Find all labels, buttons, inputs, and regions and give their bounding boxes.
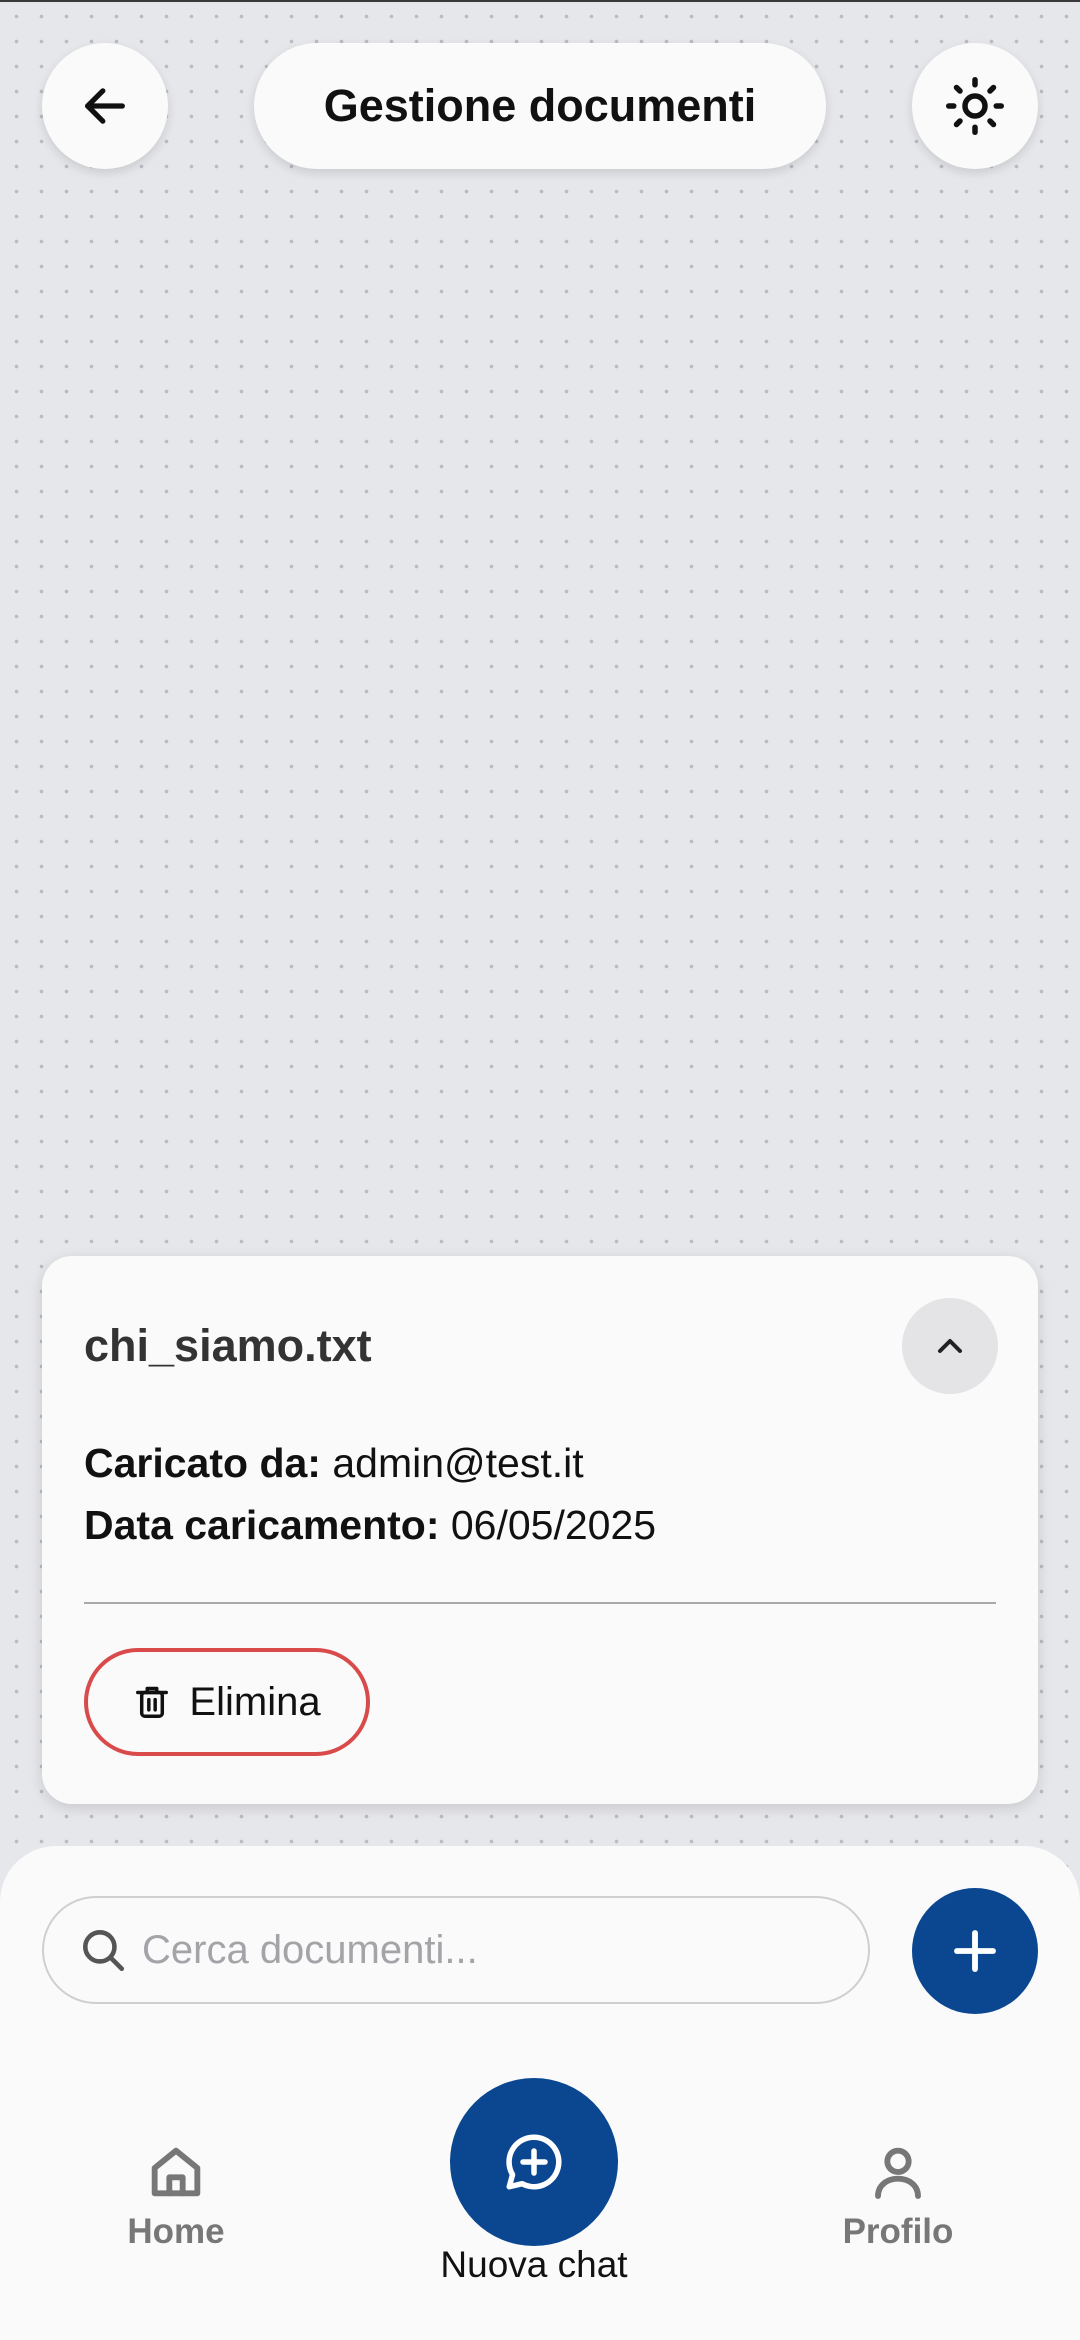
add-document-button[interactable]: [912, 1888, 1038, 2014]
divider: [84, 1602, 996, 1604]
new-chat-button[interactable]: [450, 2078, 618, 2246]
search-icon: [83, 1930, 125, 1972]
nav-home[interactable]: Home: [106, 2140, 246, 2252]
uploaded-by-value: admin@test.it: [332, 1440, 584, 1486]
uploaded-by-label: Caricato da:: [84, 1440, 321, 1486]
plus-icon: [954, 1930, 996, 1972]
chat-plus-icon: [506, 2134, 562, 2190]
theme-toggle-button[interactable]: [912, 43, 1038, 169]
collapse-button[interactable]: [902, 1298, 998, 1394]
back-button[interactable]: [42, 43, 168, 169]
arrow-left-icon: [85, 88, 125, 124]
user-icon: [875, 2147, 921, 2199]
trash-icon: [136, 1686, 169, 1718]
sun-icon: [946, 77, 1004, 135]
document-file-name: chi_siamo.txt: [84, 1320, 372, 1371]
status-bar-line: [0, 0, 1080, 2]
page-title-text: Gestione documenti: [323, 80, 757, 131]
document-card: chi_siamo.txt Caricato da: admin@test.it…: [42, 1256, 1038, 1804]
chevron-up-icon: [938, 1339, 962, 1353]
upload-date-label: Data caricamento:: [84, 1502, 440, 1548]
upload-date-row: Data caricamento: 06/05/2025: [84, 1502, 656, 1549]
page-title: Gestione documenti: [254, 43, 826, 169]
upload-date-value: 06/05/2025: [450, 1502, 657, 1548]
search-bar[interactable]: [42, 1896, 870, 2004]
delete-button-label: Elimina: [189, 1679, 321, 1724]
nav-home-label: Home: [127, 2212, 225, 2251]
uploaded-by-row: Caricato da: admin@test.it: [84, 1440, 584, 1487]
nav-profile[interactable]: Profilo: [828, 2140, 968, 2252]
home-icon: [151, 2147, 201, 2197]
new-chat-label: Nuova chat: [440, 2244, 628, 2285]
delete-button[interactable]: Elimina: [84, 1648, 370, 1756]
nav-profile-label: Profilo: [842, 2212, 954, 2251]
search-input[interactable]: [140, 1926, 824, 1974]
